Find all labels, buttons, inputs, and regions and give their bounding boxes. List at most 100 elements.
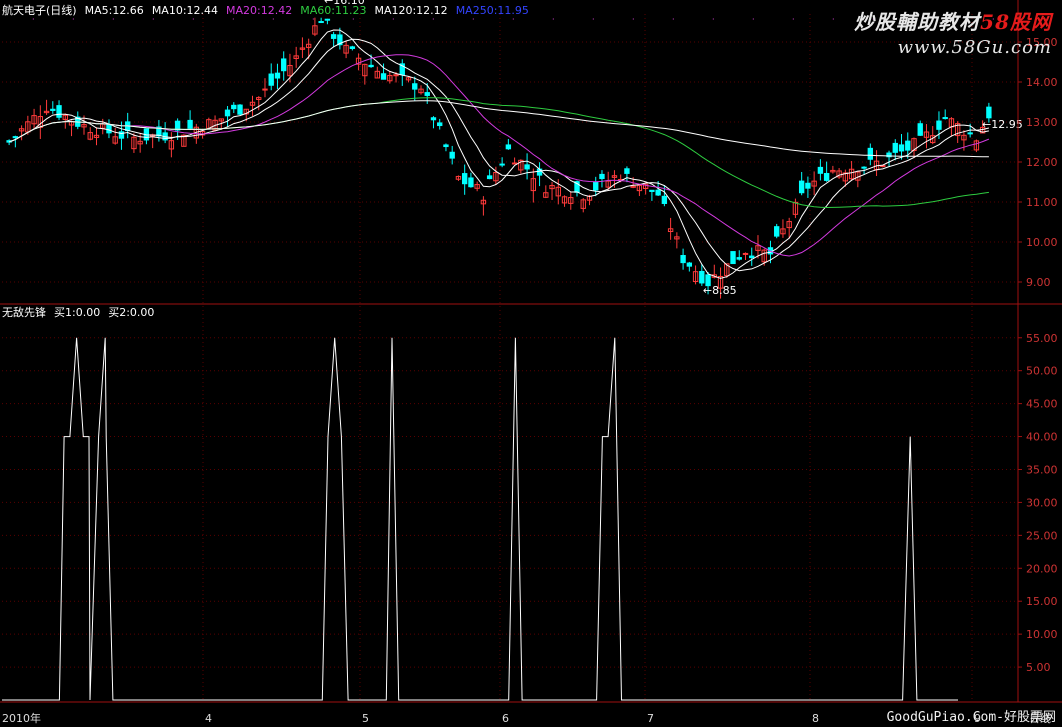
kline-chart-canvas[interactable]: · · · · · · · · · · · · · · · · · · · · · · · · · ←16.10←8.85←12… <box>0 0 1062 727</box>
indicator-tick-label: 20.00 <box>1026 562 1058 575</box>
candle-body <box>262 88 268 91</box>
candle-body <box>437 122 443 127</box>
candle-body <box>823 172 830 181</box>
candle-body <box>412 83 418 90</box>
ma-legend-item: MA60:11.23 <box>300 4 367 17</box>
candle-body <box>593 181 599 191</box>
buy1-value: 买1:0.00 <box>54 306 101 319</box>
x-tick-label: 6 <box>502 712 509 725</box>
candle-body <box>499 163 505 166</box>
low-annotation: ←8.85 <box>703 284 737 297</box>
candle-body <box>443 144 449 148</box>
indicator-tick-label: 25.00 <box>1026 529 1058 542</box>
event-marker: · <box>552 15 555 24</box>
candle-body <box>649 189 655 192</box>
candle-body <box>449 151 455 159</box>
ma-legend-item: MA5:12.66 <box>84 4 144 17</box>
event-marker: · <box>712 15 715 24</box>
indicator-tick-label: 15.00 <box>1026 595 1058 608</box>
indicator-tick-label: 10.00 <box>1026 628 1058 641</box>
candle-body <box>187 119 193 129</box>
event-marker: · <box>832 15 835 24</box>
x-tick-label: 5 <box>362 712 369 725</box>
watermark-url: www.58Gu.com <box>897 37 1052 58</box>
candle-body <box>686 262 693 267</box>
candle-body <box>942 117 948 120</box>
candle-body <box>936 120 942 130</box>
ma-legend-item: MA20:12.42 <box>226 4 293 17</box>
indicator-title: 无敌先锋 <box>2 306 46 319</box>
candle-body <box>680 255 686 264</box>
event-marker: · <box>632 15 635 24</box>
candle-body <box>805 182 811 189</box>
grid-lines: · · · · · · · · · · · · · · · · · · · · · · · · · <box>2 14 1018 702</box>
candle-body <box>774 226 780 237</box>
price-tick-label: 13.00 <box>1026 116 1058 129</box>
candle-body <box>231 104 237 110</box>
candle-body <box>898 144 905 152</box>
indicator-tick-label: 45.00 <box>1026 398 1058 411</box>
ma20-line <box>8 54 990 257</box>
candle-body <box>318 21 324 24</box>
candle-body <box>330 34 337 39</box>
ma-legend-item: MA120:12.12 <box>374 4 448 17</box>
candle-body <box>56 105 62 118</box>
price-tick-label: 10.00 <box>1026 236 1058 249</box>
ma-legend-item: MA10:12.44 <box>151 4 219 17</box>
candle-body <box>12 136 19 139</box>
x-tick-label: 8 <box>812 712 819 725</box>
indicator-tick-label: 35.00 <box>1026 463 1058 476</box>
last-annotation: ←12.95 <box>982 118 1023 131</box>
event-marker: · <box>752 15 755 24</box>
axes: 2010年 4 5 6 7 8 99.0010.0011.0012.0013.0014.00… <box>0 0 1062 725</box>
candle-body <box>50 108 56 111</box>
candle-body <box>742 252 749 255</box>
ma-legend: MA5:12.66 MA10:12.44 MA20:12.42 MA60:11.23 M… <box>85 4 537 17</box>
candle-body <box>624 168 630 174</box>
candle-body <box>424 92 430 96</box>
candle-body <box>892 142 898 153</box>
indicator-tick-label: 5.00 <box>1026 661 1051 674</box>
candle-body <box>430 117 437 121</box>
candle-body <box>106 124 112 134</box>
candle-body <box>324 18 331 21</box>
watermark: 炒股輔助教材58股网 www.58Gu.com <box>854 6 1052 58</box>
candle-body <box>281 58 287 72</box>
candle-body <box>655 189 661 196</box>
candle-body <box>599 173 605 180</box>
candle-body <box>461 173 468 185</box>
candle-body <box>749 255 755 259</box>
candle-body <box>468 177 474 188</box>
indicator-tick-label: 55.00 <box>1026 332 1058 345</box>
watermark-text: 炒股輔助教材 <box>854 10 981 34</box>
x-tick-label: 2010年 <box>2 711 41 725</box>
indicator-tick-label: 40.00 <box>1026 431 1058 444</box>
candle-body <box>524 164 530 170</box>
price-tick-label: 11.00 <box>1026 196 1058 209</box>
candle-body <box>917 123 923 136</box>
candle-body <box>393 74 399 77</box>
candle-body <box>967 132 973 135</box>
price-tick-label: 12.00 <box>1026 156 1058 169</box>
ma-legend-item: MA250:11.95 <box>455 4 529 17</box>
candle-body <box>349 46 356 49</box>
candle-body <box>730 251 736 265</box>
price-tick-label: 9.00 <box>1026 276 1051 289</box>
candle-body <box>699 270 705 284</box>
candle-body <box>268 73 274 86</box>
candle-body <box>511 162 518 165</box>
candle-body <box>224 109 231 117</box>
indicator-panel[interactable] <box>2 337 958 701</box>
price-tick-label: 14.00 <box>1026 76 1058 89</box>
candle-body <box>237 104 243 115</box>
ma120-line <box>8 100 989 158</box>
candle-body <box>817 166 824 174</box>
watermark-brand: 58股网 <box>980 10 1052 34</box>
candle-body <box>486 175 493 180</box>
candle-body <box>368 64 374 68</box>
candle-body <box>274 72 281 79</box>
event-marker: · <box>672 15 675 24</box>
candle-body <box>905 140 911 151</box>
stock-title: 航天电子(日线) <box>2 4 77 17</box>
indicator-tick-label: 30.00 <box>1026 496 1058 509</box>
